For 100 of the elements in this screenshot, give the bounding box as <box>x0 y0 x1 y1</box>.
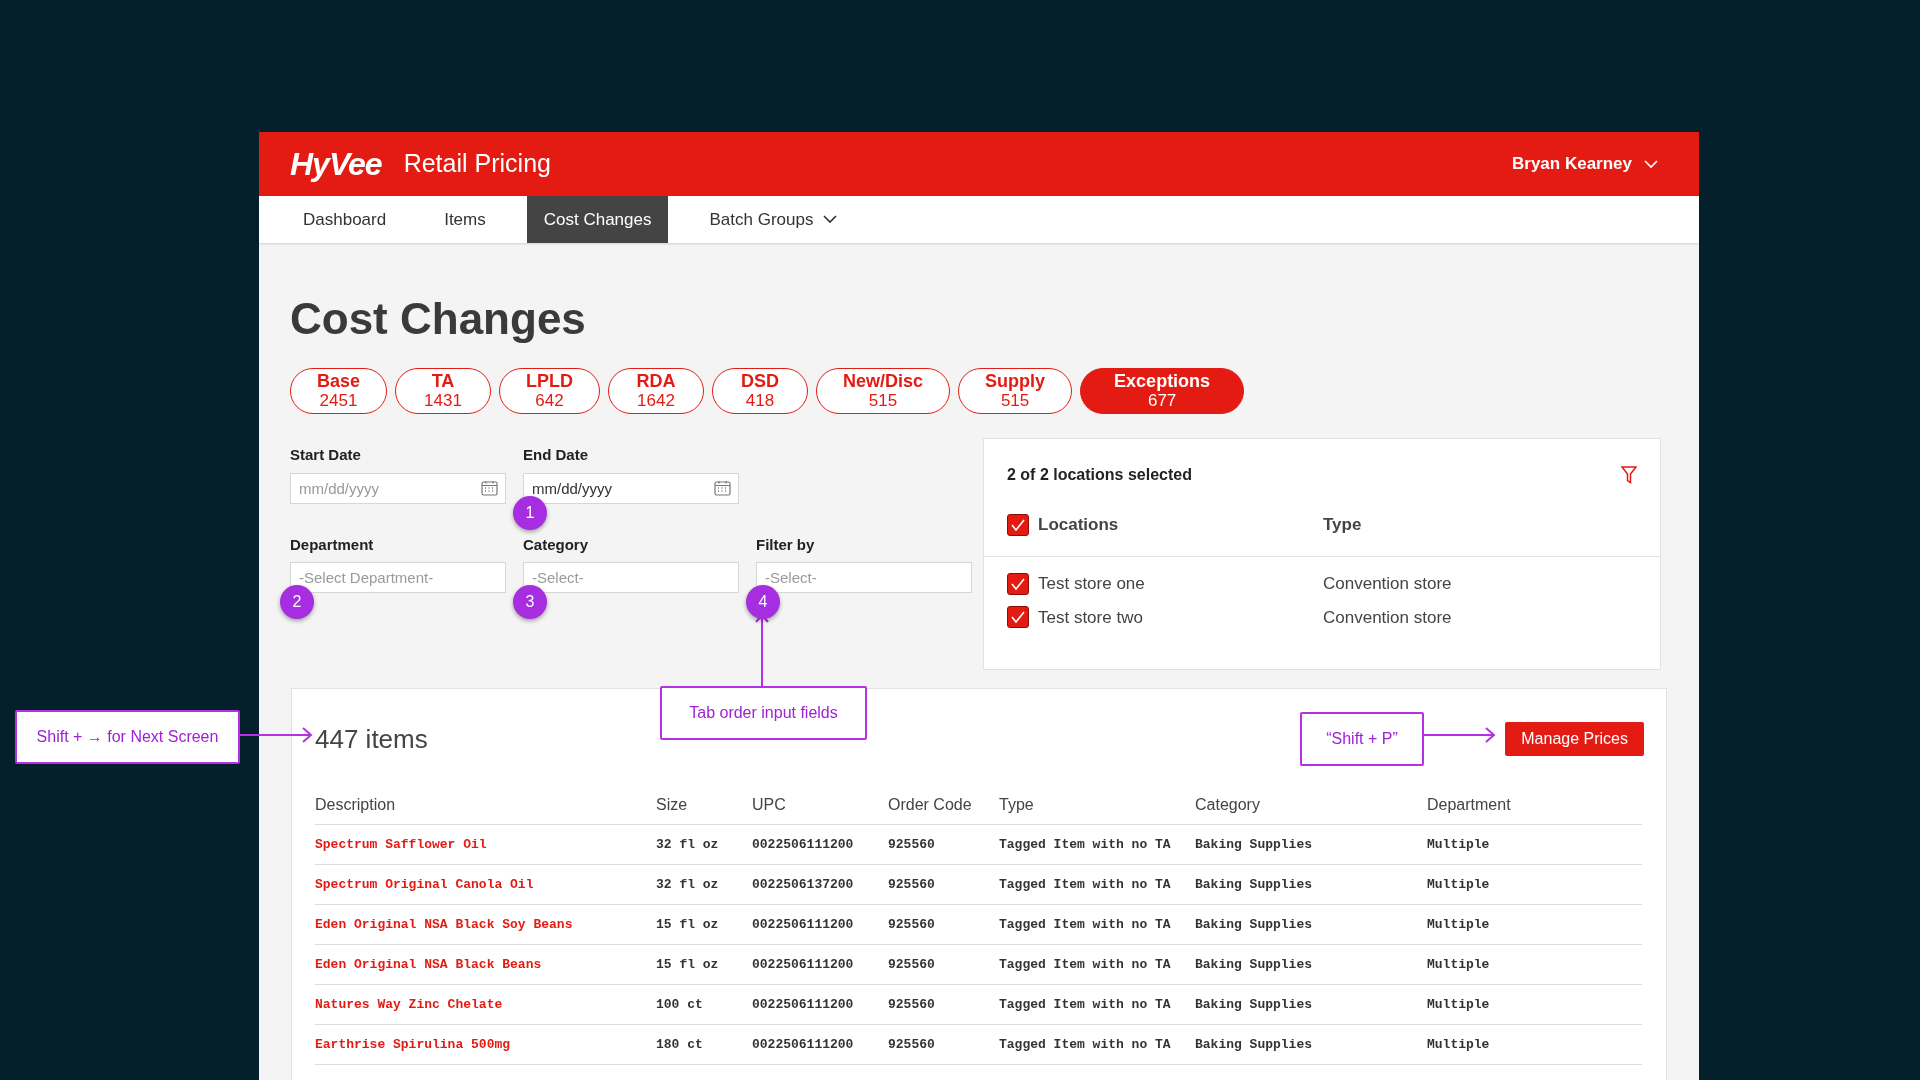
table-cell-text: 15 fl oz <box>656 955 720 974</box>
checkbox[interactable] <box>1007 513 1029 536</box>
tab-order-badge: 3 <box>513 585 547 619</box>
column-header: Department <box>1427 794 1512 815</box>
field-label: Category <box>523 534 590 555</box>
item-link[interactable]: Spectrum Safflower Oil <box>315 834 656 855</box>
table-cell-text: Baking Supplies <box>1195 955 1314 974</box>
column-header: Size <box>656 794 689 815</box>
table-cell-text: 925560 <box>888 915 936 934</box>
locations-summary: 2 of 2 locations selected <box>1007 465 1192 485</box>
column-header: Description <box>315 794 397 815</box>
annotation-arrow <box>1424 727 1496 743</box>
table-cell-text: 0022506137200 <box>752 875 855 894</box>
nav-tab[interactable]: Items <box>427 196 503 243</box>
table-cell-text: Multiple <box>1427 995 1491 1014</box>
checkbox[interactable] <box>1007 606 1029 629</box>
table-cell-text: Baking Supplies <box>1195 875 1314 894</box>
location-name: Test store two <box>1038 606 1143 629</box>
table-cell-text: Multiple <box>1427 835 1491 854</box>
table-cell-text: 15 fl oz <box>656 915 720 934</box>
checkmark-icon <box>1010 610 1026 625</box>
table-cell-text: Tagged Item with no TA <box>999 995 1172 1014</box>
field-label: Filter by <box>756 534 816 555</box>
field-label: Start Date <box>290 445 362 465</box>
annotation-note: “Shift + P” <box>1300 712 1424 766</box>
column-header: Type <box>1323 513 1362 536</box>
column-header: Category <box>1195 794 1261 815</box>
tab-order-badge: 4 <box>746 585 780 619</box>
column-header: Type <box>999 794 1035 815</box>
location-type: Convention store <box>1323 606 1452 629</box>
table-cell-text: 32 fl oz <box>656 875 720 894</box>
filter-icon[interactable] <box>1621 466 1637 484</box>
table-cell-text: 925560 <box>888 1035 936 1054</box>
tab-order-badge: 1 <box>513 495 547 530</box>
date-field[interactable]: mm/dd/yyyy <box>523 472 739 504</box>
chevron-down-icon <box>1644 159 1658 169</box>
table-cell-text: 925560 <box>888 995 936 1014</box>
items-count: 447 items <box>315 722 428 756</box>
filter-pill[interactable]: Supply 515 <box>958 368 1073 414</box>
annotation-note: Shift + → for Next Screen <box>15 710 240 764</box>
table-cell-text: Baking Supplies <box>1195 915 1314 934</box>
filter-pill[interactable]: Base 2451 <box>290 368 388 414</box>
date-field[interactable]: mm/dd/yyyy <box>290 472 506 504</box>
table-cell-text: 0022506111200 <box>752 835 855 854</box>
user-menu[interactable]: Bryan Kearney <box>1512 151 1658 177</box>
table-cell-text: Multiple <box>1427 915 1491 934</box>
item-link[interactable]: Eden Original NSA Black Soy Beans <box>315 914 656 935</box>
checkmark-icon <box>1010 576 1026 591</box>
table-cell-text: 925560 <box>888 835 936 854</box>
table-cell-text: Tagged Item with no TA <box>999 915 1172 934</box>
table-cell-text: 0022506111200 <box>752 955 855 974</box>
table-cell-text: 32 fl oz <box>656 835 720 854</box>
table-cell-text: Tagged Item with no TA <box>999 955 1172 974</box>
table-cell-text: 925560 <box>888 875 936 894</box>
column-header: Order Code <box>888 794 973 815</box>
nav-tab[interactable]: Batch Groups <box>692 196 855 243</box>
calendar-icon[interactable] <box>481 479 498 496</box>
filter-pill[interactable]: LPLD 642 <box>499 368 601 414</box>
table-cell-text: Multiple <box>1427 1035 1491 1054</box>
table-cell-text: Tagged Item with no TA <box>999 875 1172 894</box>
filter-pill[interactable]: RDA 1642 <box>608 368 705 414</box>
page-title: Cost Changes <box>290 297 587 341</box>
filter-pill[interactable]: DSD 418 <box>712 368 809 414</box>
item-link[interactable]: Spectrum Original Canola Oil <box>315 874 656 895</box>
select-field[interactable]: -Select- <box>756 562 972 593</box>
table-cell-text: Tagged Item with no TA <box>999 1035 1172 1054</box>
table-cell-text: 0022506111200 <box>752 915 855 934</box>
item-link[interactable]: Eden Original NSA Black Beans <box>315 954 656 975</box>
table-cell-text: Multiple <box>1427 955 1491 974</box>
calendar-icon[interactable] <box>714 479 731 496</box>
location-type: Convention store <box>1323 573 1452 595</box>
table-cell-text: 0022506111200 <box>752 1035 855 1054</box>
column-header: Locations <box>1038 513 1119 536</box>
location-name: Test store one <box>1038 573 1145 595</box>
field-label: End Date <box>523 445 589 465</box>
annotation-note: Tab order input fields <box>660 686 867 740</box>
nav-tab[interactable]: Cost Changes <box>526 196 669 243</box>
item-link[interactable]: Natures Way Zinc Chelate <box>315 994 656 1015</box>
table-cell-text: Baking Supplies <box>1195 835 1314 854</box>
item-link[interactable]: Earthrise Spirulina 500mg <box>315 1034 656 1055</box>
checkbox[interactable] <box>1007 572 1029 595</box>
field-label: Department <box>290 534 375 555</box>
table-cell-text: Baking Supplies <box>1195 1035 1314 1054</box>
filter-pill[interactable]: Exceptions 677 <box>1080 368 1245 414</box>
filter-pill[interactable]: TA 1431 <box>395 368 492 414</box>
table-cell-text: 180 ct <box>656 1035 704 1054</box>
logo[interactable]: HyVee <box>290 140 382 188</box>
select-field[interactable]: -Select Department- <box>290 562 506 593</box>
table-cell-text: Baking Supplies <box>1195 995 1314 1014</box>
select-field[interactable]: -Select- <box>523 562 739 593</box>
app-title: Retail Pricing <box>403 148 551 180</box>
filter-pill[interactable]: New/Disc 515 <box>816 368 951 414</box>
table-cell-text: 925560 <box>888 955 936 974</box>
table-cell-text: Tagged Item with no TA <box>999 835 1172 854</box>
chevron-down-icon <box>823 215 838 224</box>
nav-tab[interactable]: Dashboard <box>286 196 404 243</box>
tab-order-badge: 2 <box>280 585 314 619</box>
table-cell-text: Multiple <box>1427 875 1491 894</box>
column-header: UPC <box>752 794 787 815</box>
manage-prices-button[interactable]: Manage Prices <box>1505 722 1644 756</box>
